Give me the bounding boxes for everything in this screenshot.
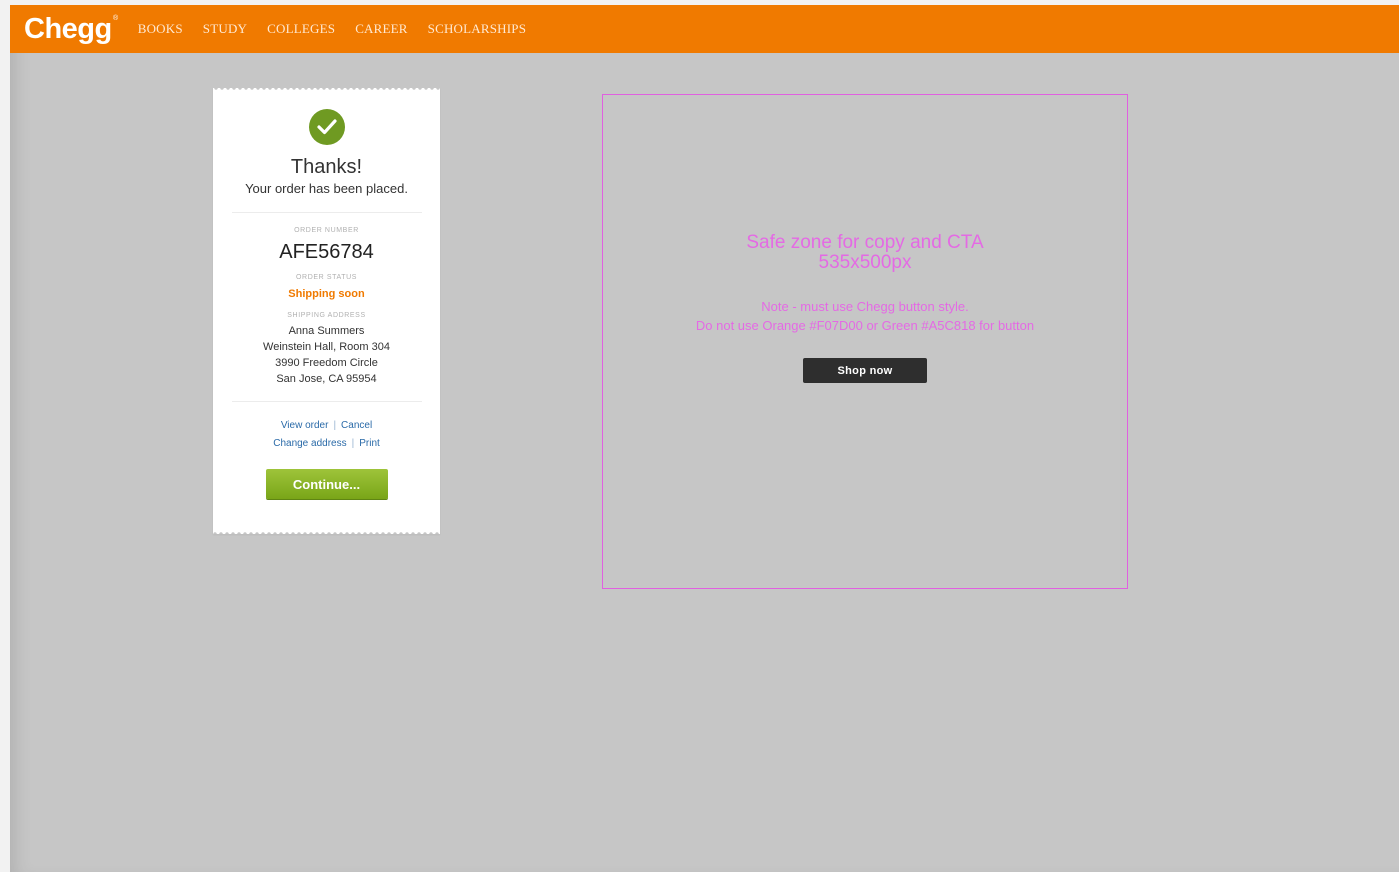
cancel-link[interactable]: Cancel [341, 420, 372, 431]
nav-scholarships[interactable]: SCHOLARSHIPS [428, 21, 527, 37]
print-link[interactable]: Print [359, 438, 380, 449]
order-number: AFE56784 [279, 241, 374, 263]
safe-zone-title-line: Safe zone for copy and CTA [746, 232, 984, 253]
thanks-heading: Thanks! [290, 156, 363, 178]
safe-zone-note: Note - must use Chegg button style. Do n… [603, 297, 1127, 335]
logo-registered-mark: ® [113, 14, 118, 22]
divider [231, 212, 422, 213]
shipping-address: Anna Summers Weinstein Hall, Room 304 39… [213, 323, 440, 387]
order-status-label: ORDER STATUS [296, 274, 357, 281]
order-status: Shipping soon [288, 288, 365, 300]
checkmark-circle-icon [308, 109, 345, 145]
safe-zone-size: 535x500px [818, 252, 912, 273]
order-receipt-card: Thanks! Your order has been placed. ORDE… [213, 88, 440, 534]
nav-colleges[interactable]: COLLEGES [267, 21, 335, 37]
safe-zone-note-line: Do not use Orange #F07D00 or Green #A5C8… [695, 318, 1035, 333]
change-address-link[interactable]: Change address [273, 438, 346, 449]
address-line-street2: 3990 Freedom Circle [275, 357, 378, 369]
link-separator: | [351, 438, 355, 449]
order-number-label: ORDER NUMBER [294, 227, 359, 234]
view-order-link[interactable]: View order [281, 420, 329, 431]
shop-now-button[interactable]: Shop now [803, 358, 927, 383]
safe-zone-placeholder: Safe zone for copy and CTA 535x500px Not… [602, 94, 1128, 589]
address-line-city: San Jose, CA 95954 [276, 373, 377, 385]
main-nav: BOOKS STUDY COLLEGES CAREER SCHOLARSHIPS [138, 21, 546, 37]
logo-text: Chegg [24, 12, 112, 45]
order-placed-message: Your order has been placed. [245, 181, 408, 196]
nav-books[interactable]: BOOKS [138, 21, 183, 37]
chegg-logo[interactable]: Chegg ® [24, 12, 118, 45]
nav-study[interactable]: STUDY [203, 21, 247, 37]
order-actions: View order | Cancel Change address | Print [213, 417, 440, 453]
continue-button[interactable]: Continue... [265, 469, 388, 499]
divider [231, 401, 422, 402]
safe-zone-title: Safe zone for copy and CTA 535x500px [603, 233, 1127, 273]
address-line-street: Weinstein Hall, Room 304 [263, 341, 390, 353]
top-navigation-bar: Chegg ® BOOKS STUDY COLLEGES CAREER SCHOL… [10, 5, 1399, 53]
nav-career[interactable]: CAREER [355, 21, 407, 37]
shipping-address-label: SHIPPING ADDRESS [287, 312, 366, 319]
address-line-name: Anna Summers [288, 325, 365, 337]
safe-zone-note-line: Note - must use Chegg button style. [761, 299, 969, 314]
link-separator: | [333, 420, 337, 431]
